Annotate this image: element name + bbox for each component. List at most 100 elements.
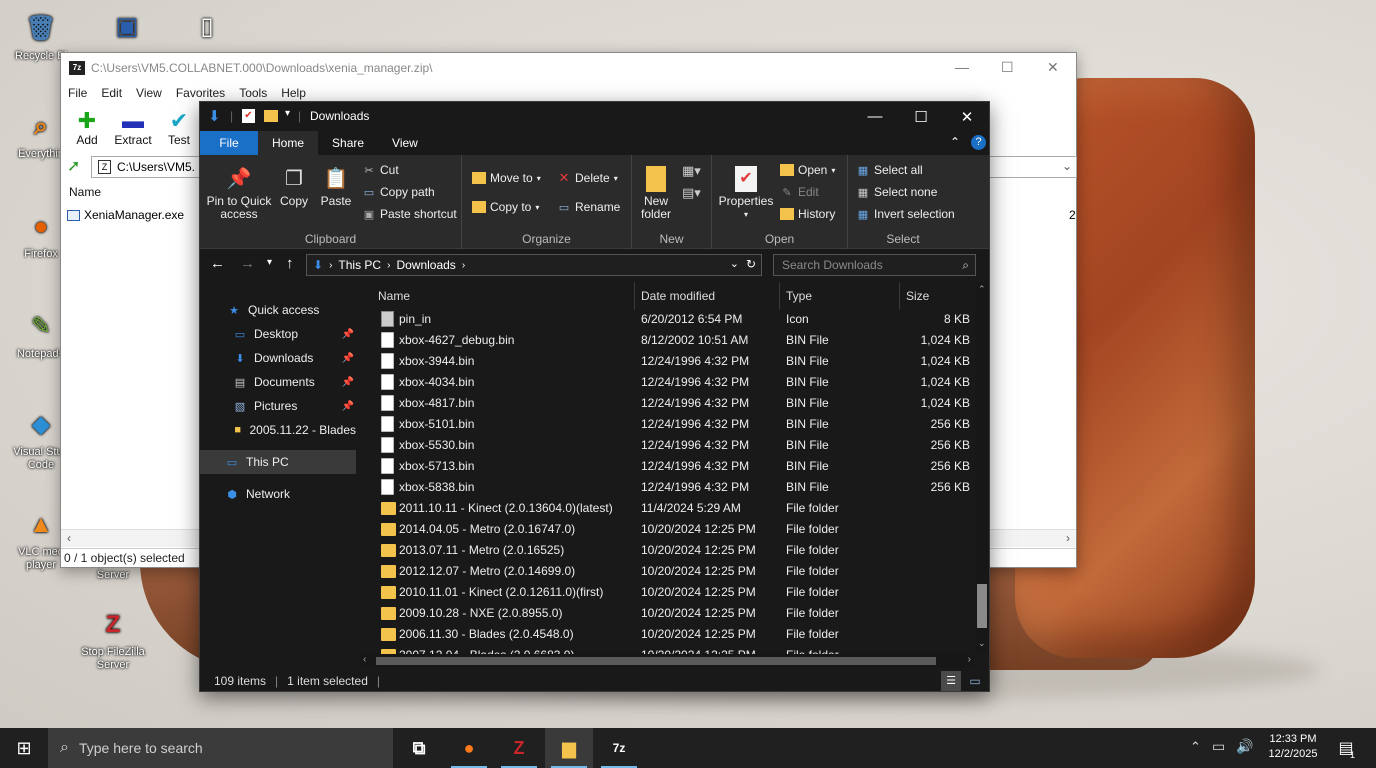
search-input[interactable]: Search Downloads ⌕ xyxy=(773,254,976,276)
up-folder-icon[interactable]: ➚ xyxy=(67,158,85,176)
help-icon[interactable]: ? xyxy=(971,135,986,150)
ribbon-collapse-icon[interactable]: ⌃ xyxy=(950,135,960,149)
checkbox-icon[interactable]: ✔ xyxy=(242,109,255,123)
new-folder-button[interactable]: New folder xyxy=(634,165,678,221)
file-row[interactable]: xbox-4817.bin 12/24/1996 4:32 PM BIN File 1… xyxy=(360,393,970,414)
scroll-up-icon[interactable]: ⌃ xyxy=(978,284,986,295)
network-status-icon[interactable]: ▭ xyxy=(1212,738,1225,755)
delete-button[interactable]: ✕ Delete ▾ xyxy=(557,170,618,185)
file-row[interactable]: 2009.10.28 - NXE (2.0.8955.0) 10/20/2024 … xyxy=(360,603,970,624)
file-row[interactable]: pin_in 6/20/2012 6:54 PM Icon 8 KB xyxy=(360,309,970,330)
breadcrumb-this-pc[interactable]: This PC xyxy=(338,258,381,272)
copy-button[interactable]: ❐ Copy xyxy=(276,165,312,208)
nav-quick-access[interactable]: ★ Quick access xyxy=(200,298,356,322)
copy-path-button[interactable]: ▭ Copy path xyxy=(362,185,435,199)
minimize-icon[interactable]: — xyxy=(852,102,898,131)
horizontal-scroll-thumb[interactable] xyxy=(376,657,936,665)
select-none-button[interactable]: ▦ Select none xyxy=(856,185,938,199)
easy-access-icon[interactable]: ▤▾ xyxy=(682,185,701,201)
file-row[interactable]: 2014.04.05 - Metro (2.0.16747.0) 10/20/20… xyxy=(360,519,970,540)
large-icons-view-icon[interactable]: ▭ xyxy=(965,671,985,691)
add-button[interactable]: ✚ Add xyxy=(67,109,107,148)
7zip-column-name[interactable]: Name xyxy=(69,185,101,199)
7zip-titlebar[interactable]: 7z C:\Users\VM5.COLLABNET.000\Downloads\… xyxy=(61,53,1076,83)
close-icon[interactable]: ✕ xyxy=(1047,59,1059,76)
scroll-left-icon[interactable]: ‹ xyxy=(363,654,366,665)
maximize-icon[interactable]: ☐ xyxy=(1001,59,1014,76)
address-bar[interactable]: ⬇ › This PC › Downloads › ⌄ ↻ xyxy=(306,254,762,276)
explorer-titlebar[interactable]: ⬇ | ✔ ▾ | Downloads — ☐ ✕ xyxy=(200,102,989,131)
desktop-icon-installer[interactable]: ▣ xyxy=(90,6,164,48)
properties-button[interactable]: ✔ Properties ▾ xyxy=(716,165,776,221)
folder-icon[interactable] xyxy=(264,110,278,122)
menu-file[interactable]: File xyxy=(68,86,87,100)
close-icon[interactable]: ✕ xyxy=(944,102,990,131)
move-to-button[interactable]: Move to ▾ xyxy=(472,171,541,185)
copy-to-button[interactable]: Copy to ▾ xyxy=(472,200,539,214)
taskbar-app-task-view[interactable]: ⧉ xyxy=(395,728,443,768)
breadcrumb-downloads[interactable]: Downloads xyxy=(396,258,455,272)
horizontal-scrollbar[interactable]: ‹ › xyxy=(360,654,974,668)
file-row[interactable]: 2013.07.11 - Metro (2.0.16525) 10/20/2024… xyxy=(360,540,970,561)
paste-shortcut-button[interactable]: ▣ Paste shortcut xyxy=(362,207,457,221)
recent-locations-icon[interactable]: ▾ xyxy=(267,257,272,268)
file-row[interactable]: xbox-5713.bin 12/24/1996 4:32 PM BIN File 2… xyxy=(360,456,970,477)
file-row[interactable]: 2011.10.11 - Kinect (2.0.13604.0)(latest… xyxy=(360,498,970,519)
nav-item-pictures[interactable]: ▧ Pictures 📌 xyxy=(200,394,356,418)
tray-chevron-icon[interactable]: ⌃ xyxy=(1190,739,1201,755)
start-button[interactable]: ⊞ xyxy=(0,728,48,768)
file-row[interactable]: xbox-4034.bin 12/24/1996 4:32 PM BIN File 1… xyxy=(360,372,970,393)
taskbar-app-7zip[interactable]: 7z xyxy=(595,728,643,768)
address-dropdown-icon[interactable]: ⌄ xyxy=(730,257,739,270)
taskbar-app-firefox[interactable]: ● xyxy=(445,728,493,768)
vertical-scrollbar[interactable]: ⌃ ⌄ xyxy=(975,282,989,654)
file-row[interactable]: 2010.11.01 - Kinect (2.0.12611.0)(first)… xyxy=(360,582,970,603)
desktop-icon-stop-filezilla-server[interactable]: Z Stop FileZilla Server xyxy=(76,604,150,672)
extract-button[interactable]: ▬ Extract xyxy=(113,109,153,148)
scroll-right-icon[interactable]: › xyxy=(968,654,971,665)
file-row[interactable]: 2007.12.04 - Blades (2.0.6683.0)10/20/20… xyxy=(360,645,970,654)
refresh-icon[interactable]: ↻ xyxy=(746,257,756,271)
column-header-name[interactable]: Name xyxy=(360,282,635,310)
tab-file[interactable]: File xyxy=(200,131,258,155)
forward-arrow-icon[interactable]: → xyxy=(240,255,255,272)
menu-tools[interactable]: Tools xyxy=(239,86,267,100)
column-header-size[interactable]: Size xyxy=(900,282,980,310)
invert-selection-button[interactable]: ▦ Invert selection xyxy=(856,207,955,221)
scroll-left-icon[interactable]: ‹ xyxy=(67,531,71,545)
nav-item-downloads[interactable]: ⬇ Downloads 📌 xyxy=(200,346,356,370)
nav-item-desktop[interactable]: ▭ Desktop 📌 xyxy=(200,322,356,346)
file-row[interactable]: xbox-5838.bin 12/24/1996 4:32 PM BIN File 2… xyxy=(360,477,970,498)
open-button[interactable]: Open ▾ xyxy=(780,163,835,177)
vertical-scroll-thumb[interactable] xyxy=(977,584,987,628)
file-row[interactable]: xbox-5101.bin 12/24/1996 4:32 PM BIN File 2… xyxy=(360,414,970,435)
chevron-down-icon[interactable]: ⌄ xyxy=(1062,159,1072,173)
file-row[interactable]: 2012.12.07 - Metro (2.0.14699.0) 10/20/20… xyxy=(360,561,970,582)
file-row[interactable]: xbox-3944.bin 12/24/1996 4:32 PM BIN File 1… xyxy=(360,351,970,372)
taskbar-app-file-explorer[interactable]: ▆ xyxy=(545,728,593,768)
menu-edit[interactable]: Edit xyxy=(101,86,122,100)
scroll-right-icon[interactable]: › xyxy=(1066,531,1070,545)
history-button[interactable]: History xyxy=(780,207,835,221)
taskbar-search-box[interactable]: ⌕ Type here to search xyxy=(48,728,393,768)
details-view-icon[interactable]: ☰ xyxy=(941,671,961,691)
select-all-button[interactable]: ▦ Select all xyxy=(856,163,923,177)
edit-button[interactable]: ✎ Edit xyxy=(780,185,818,199)
tab-share[interactable]: Share xyxy=(318,131,378,155)
back-arrow-icon[interactable]: ← xyxy=(210,255,225,272)
rename-button[interactable]: ▭ Rename xyxy=(557,200,621,214)
quick-access-toolbar-chevron-icon[interactable]: ▾ xyxy=(285,108,290,119)
paste-button[interactable]: 📋 Paste xyxy=(318,165,354,208)
file-row[interactable]: xbox-4627_debug.bin 8/12/2002 10:51 AM BIN… xyxy=(360,330,970,351)
tab-home[interactable]: Home xyxy=(258,131,319,155)
file-row[interactable]: 2006.11.30 - Blades (2.0.4548.0) 10/20/20… xyxy=(360,624,970,645)
pin-quick-access-button[interactable]: 📌 Pin to Quick access xyxy=(204,165,274,221)
nav-network[interactable]: ⬢ Network xyxy=(200,482,356,506)
cut-button[interactable]: ✂ Cut xyxy=(362,163,398,177)
menu-help[interactable]: Help xyxy=(281,86,306,100)
taskbar-app-filezilla[interactable]: Z xyxy=(495,728,543,768)
volume-icon[interactable]: 🔊 xyxy=(1236,738,1253,755)
desktop-icon-file[interactable]: ▯ xyxy=(170,6,244,48)
file-explorer-window[interactable]: ⬇ | ✔ ▾ | Downloads — ☐ ✕ File Home Shar… xyxy=(199,101,990,692)
maximize-icon[interactable]: ☐ xyxy=(898,102,944,131)
